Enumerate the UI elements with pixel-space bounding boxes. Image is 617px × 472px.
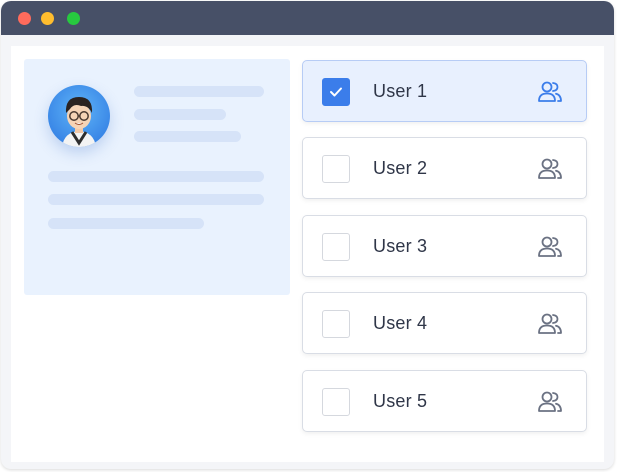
profile-card: [24, 59, 290, 295]
maximize-window-button[interactable]: [67, 12, 80, 25]
user-row-5[interactable]: User 5: [302, 370, 587, 432]
user-label: User 3: [373, 236, 428, 256]
user-label: User 4: [373, 313, 428, 333]
placeholder-line: [134, 86, 264, 97]
avatar-illustration: [62, 97, 96, 147]
placeholder-line: [134, 109, 226, 120]
user-checkbox[interactable]: [322, 388, 350, 416]
title-bar: [1, 1, 614, 35]
user-row-1[interactable]: User 1: [302, 60, 587, 122]
user-label: User 2: [373, 158, 428, 178]
placeholder-line: [48, 218, 204, 229]
user-label: User 1: [373, 81, 428, 101]
placeholder-line: [134, 131, 241, 142]
user-row-2[interactable]: User 2: [302, 137, 587, 199]
users-icon[interactable]: [536, 310, 564, 338]
user-checkbox[interactable]: [322, 310, 350, 338]
user-row-4[interactable]: User 4: [302, 292, 587, 354]
user-label: User 5: [373, 391, 428, 411]
avatar: [48, 85, 110, 147]
user-checkbox[interactable]: [322, 78, 350, 106]
checkmark-icon: [330, 87, 342, 97]
minimize-window-button[interactable]: [41, 12, 54, 25]
users-icon[interactable]: [536, 155, 564, 183]
close-window-button[interactable]: [18, 12, 31, 25]
users-icon[interactable]: [536, 388, 564, 416]
user-checkbox[interactable]: [322, 155, 350, 183]
placeholder-line: [48, 194, 264, 205]
user-checkbox[interactable]: [322, 233, 350, 261]
user-row-3[interactable]: User 3: [302, 215, 587, 277]
users-icon[interactable]: [536, 78, 564, 106]
users-icon[interactable]: [536, 233, 564, 261]
placeholder-line: [48, 171, 264, 182]
app-window: User 1 User 2 User 3 User 4 User 5: [1, 1, 614, 469]
main-content: User 1 User 2 User 3 User 4 User 5: [11, 46, 604, 462]
